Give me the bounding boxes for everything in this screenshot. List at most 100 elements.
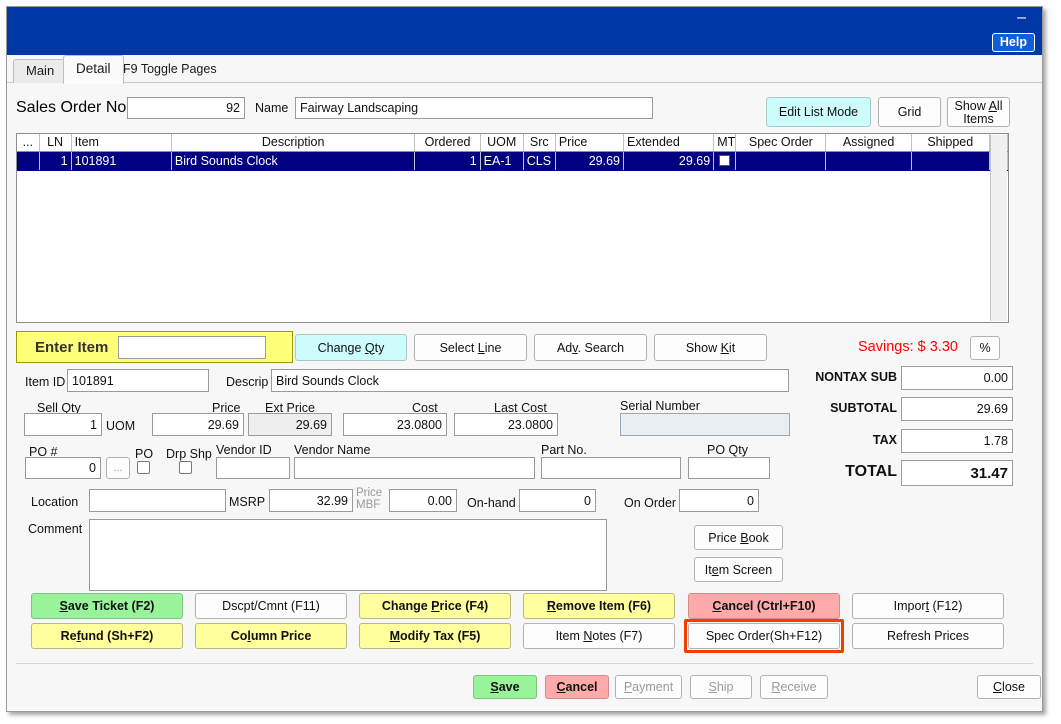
minimize-icon[interactable]: –: [1017, 10, 1026, 26]
col-spec-order[interactable]: Spec Order: [735, 134, 827, 152]
show-all-items-line2: Items: [963, 112, 994, 126]
item-notes-button[interactable]: Item Notes (F7): [523, 623, 675, 649]
grid-button[interactable]: Grid: [878, 97, 941, 127]
item-screen-button[interactable]: Item Screen: [694, 557, 783, 582]
comment-textarea[interactable]: [89, 519, 607, 591]
msrp-input[interactable]: [269, 489, 353, 512]
item-id-input[interactable]: [67, 369, 209, 392]
on-hand-input[interactable]: [519, 489, 596, 512]
price-mbf-input[interactable]: [389, 489, 457, 512]
line-items-table: ... LN Item Description Ordered UOM Src …: [17, 134, 1008, 322]
vendor-id-label: Vendor ID: [216, 443, 272, 457]
descrip-input[interactable]: [271, 369, 789, 392]
mnemonic: N: [583, 629, 593, 643]
footer-divider: [16, 663, 1033, 664]
save-button[interactable]: Save: [473, 675, 537, 699]
column-price-button[interactable]: Column Price: [195, 623, 347, 649]
empty-grid-area[interactable]: [17, 170, 1008, 322]
cell-extended: 29.69: [623, 151, 715, 171]
receive-button: Receive: [760, 675, 828, 699]
cell-dots: [17, 151, 40, 171]
cancel-ctrl-f10-button[interactable]: Cancel (Ctrl+F10): [688, 593, 840, 619]
spec-order-button[interactable]: Spec Order(Sh+F12): [688, 623, 840, 649]
modify-tax-button[interactable]: Modify Tax (F5): [359, 623, 511, 649]
total-label: TOTAL: [845, 463, 897, 480]
po-checkbox-label: PO: [135, 447, 154, 461]
po-qty-input[interactable]: [688, 457, 770, 479]
vendor-name-input[interactable]: [294, 457, 535, 479]
tax-value: [901, 429, 1013, 453]
col-mt[interactable]: MT: [713, 134, 737, 152]
table-row[interactable]: 1 101891 Bird Sounds Clock 1 EA-1 CLS 29…: [17, 151, 1008, 171]
col-ln[interactable]: LN: [39, 134, 72, 152]
enter-item-label: Enter Item: [35, 338, 109, 356]
sell-qty-input[interactable]: [24, 413, 102, 436]
price-input[interactable]: [152, 413, 244, 436]
dscpt-cmnt-button[interactable]: Dscpt/Cmnt (F11): [195, 593, 347, 619]
refund-button[interactable]: Refund (Sh+F2): [31, 623, 183, 649]
mnemonic: C: [993, 680, 1003, 694]
cell-mt[interactable]: [713, 151, 737, 171]
customer-name-label: Name: [255, 101, 289, 115]
po-number-input[interactable]: [25, 457, 101, 479]
col-ordered[interactable]: Ordered: [414, 134, 481, 152]
sales-order-input[interactable]: [127, 97, 245, 119]
edit-list-mode-button[interactable]: Edit List Mode: [766, 97, 871, 127]
col-price[interactable]: Price: [555, 134, 624, 152]
vendor-id-input[interactable]: [216, 457, 290, 479]
col-item[interactable]: Item: [71, 134, 172, 152]
po-browse-button[interactable]: ...: [106, 457, 130, 479]
part-no-input[interactable]: [541, 457, 681, 479]
customer-name-input[interactable]: [295, 97, 653, 119]
save-ticket-button[interactable]: Save Ticket (F2): [31, 593, 183, 619]
col-dots[interactable]: ...: [17, 134, 40, 152]
ship-button: Ship: [690, 675, 752, 699]
subtotal-label: SUBTOTAL: [830, 401, 897, 415]
mnemonic: R: [771, 680, 781, 694]
col-uom[interactable]: UOM: [480, 134, 524, 152]
on-order-input[interactable]: [679, 489, 759, 512]
col-src[interactable]: Src: [523, 134, 556, 152]
refresh-prices-button[interactable]: Refresh Prices: [852, 623, 1004, 649]
cost-input[interactable]: [343, 413, 447, 436]
po-checkbox[interactable]: [137, 461, 150, 474]
tab-strip: Main Detail F9 Toggle Pages: [7, 55, 1042, 84]
title-bar: – Help: [7, 7, 1042, 55]
show-all-items-button[interactable]: Show All Items: [947, 97, 1010, 127]
show-kit-button[interactable]: Show Kit: [654, 334, 767, 361]
remove-item-button[interactable]: Remove Item (F6): [523, 593, 675, 619]
location-input[interactable]: [89, 489, 226, 512]
col-shipped[interactable]: Shipped: [911, 134, 990, 152]
uom-label: UOM: [106, 419, 136, 433]
col-description[interactable]: Description: [171, 134, 416, 152]
drp-shp-checkbox[interactable]: [179, 461, 192, 474]
price-book-button[interactable]: Price Book: [694, 525, 783, 550]
cell-src: CLS: [523, 151, 556, 171]
select-line-button[interactable]: Select Line: [414, 334, 527, 361]
msrp-label: MSRP: [229, 495, 266, 509]
adv-search-button[interactable]: Adv. Search: [534, 334, 647, 361]
grid-vertical-scrollbar[interactable]: [990, 135, 1007, 321]
col-assigned[interactable]: Assigned: [825, 134, 912, 152]
import-button[interactable]: Import (F12): [852, 593, 1004, 619]
nontax-sub-value: [901, 366, 1013, 390]
enter-item-input[interactable]: [118, 335, 267, 359]
cancel-button[interactable]: Cancel: [545, 675, 609, 699]
help-button[interactable]: Help: [991, 33, 1035, 52]
mt-checkbox[interactable]: [719, 154, 731, 166]
change-price-button[interactable]: Change Price (F4): [359, 593, 511, 619]
cell-ordered: 1: [414, 151, 481, 171]
close-button[interactable]: Close: [977, 675, 1041, 699]
change-qty-button[interactable]: Change Qty: [295, 334, 407, 361]
line-items-grid[interactable]: ... LN Item Description Ordered UOM Src …: [16, 133, 1009, 323]
tab-main[interactable]: Main: [13, 59, 68, 83]
enter-item-panel: Enter Item: [16, 331, 293, 363]
tax-label: TAX: [872, 433, 897, 447]
col-extended[interactable]: Extended: [623, 134, 715, 152]
last-cost-input[interactable]: [454, 413, 558, 436]
percent-button[interactable]: %: [970, 336, 1000, 360]
payment-button: Payment: [615, 675, 682, 699]
mnemonic: A: [988, 99, 997, 113]
cell-item: 101891: [71, 151, 172, 171]
tab-detail[interactable]: Detail: [63, 55, 124, 84]
